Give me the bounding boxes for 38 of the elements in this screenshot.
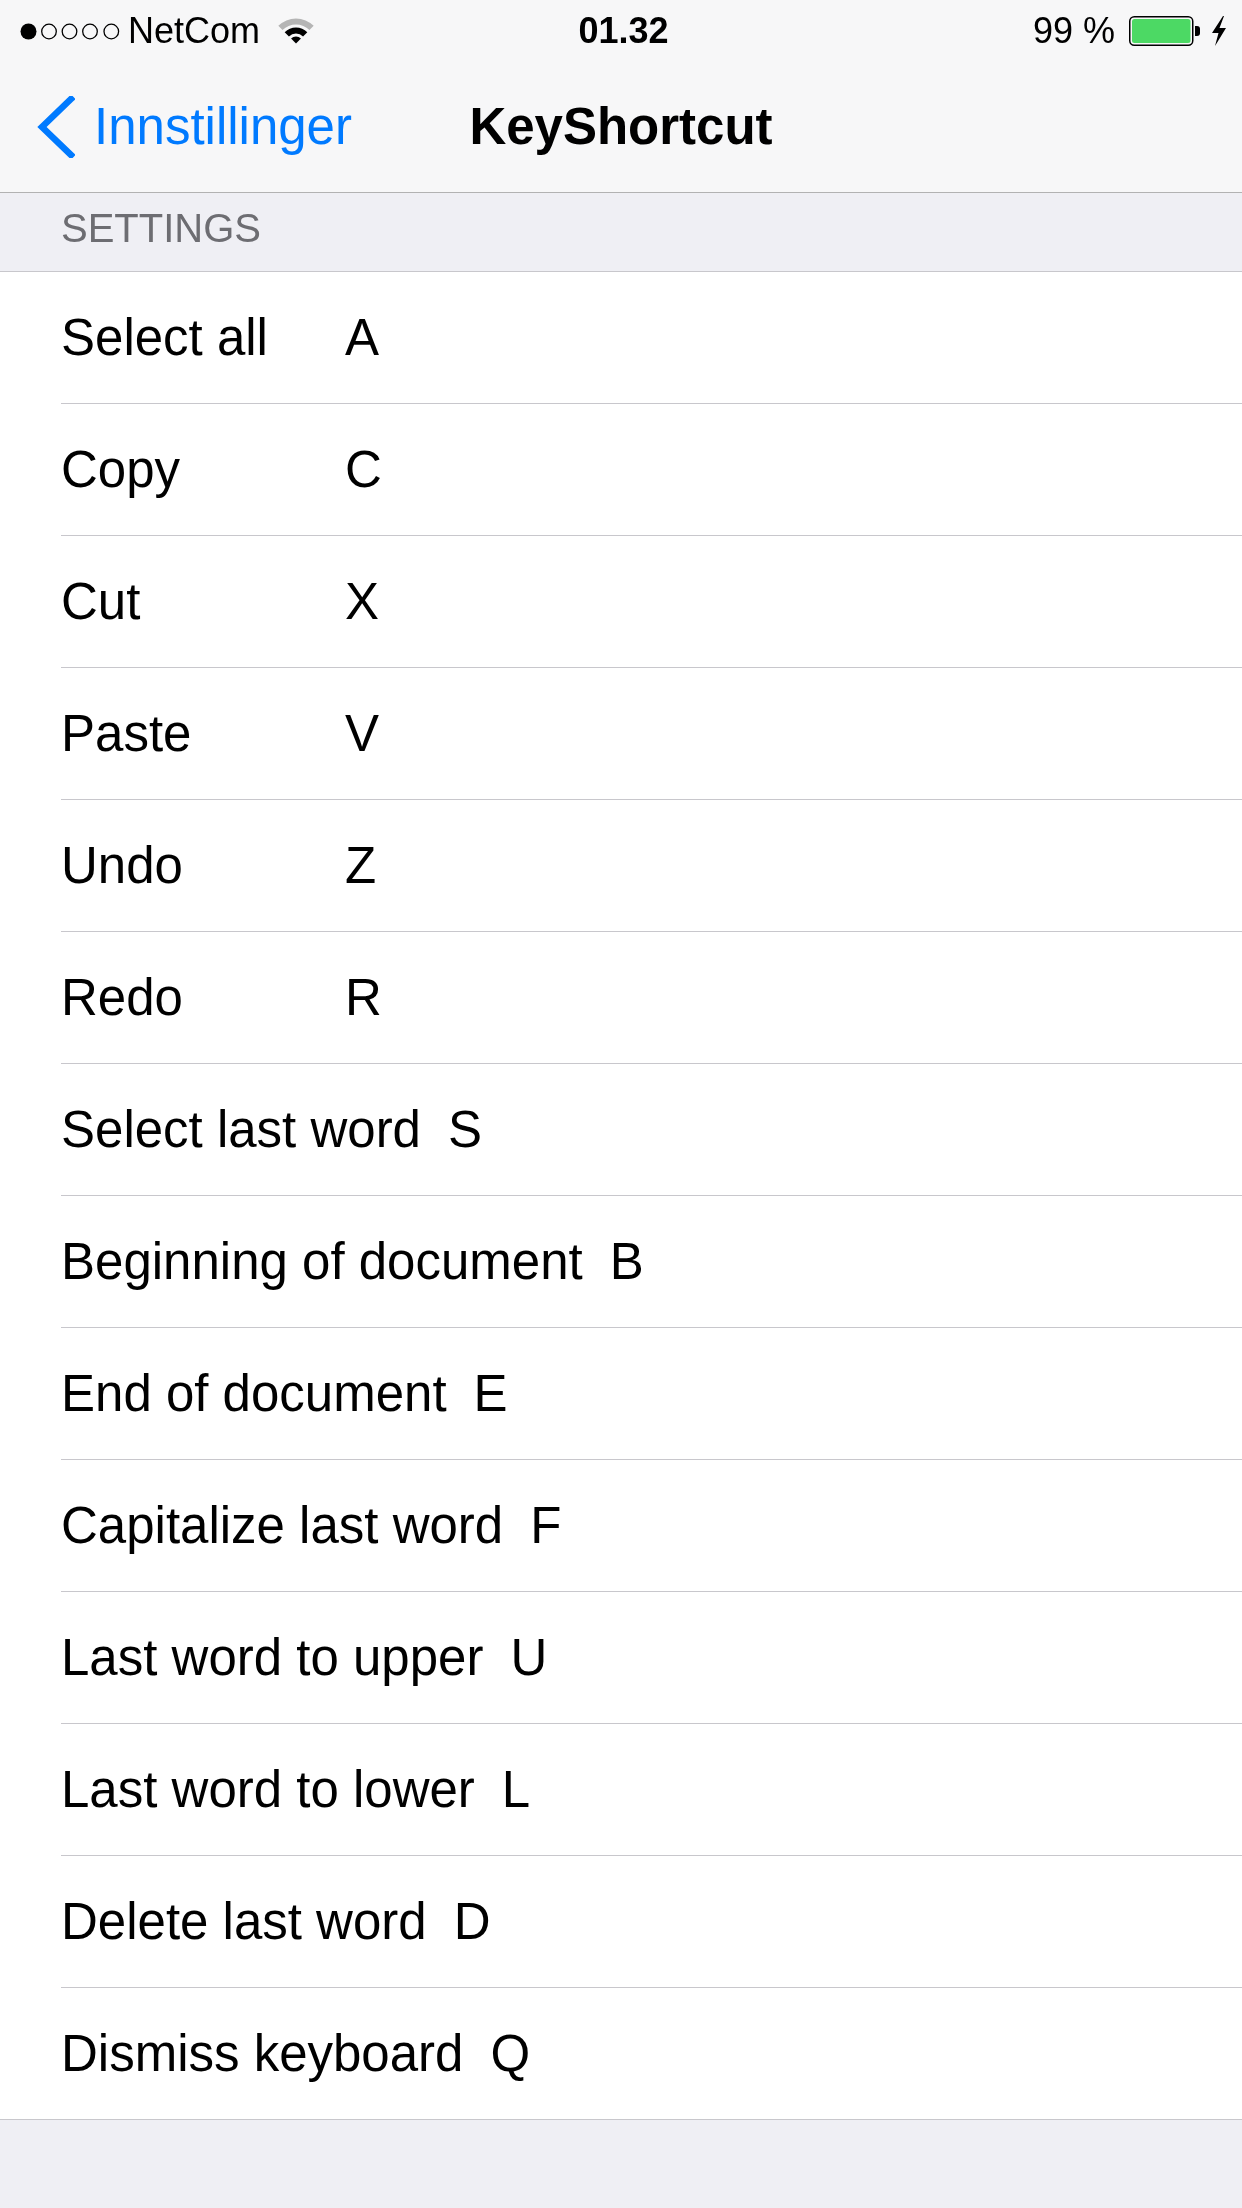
- shortcut-key: C: [345, 438, 382, 501]
- shortcut-name: Paste: [61, 703, 193, 764]
- shortcut-name: Redo: [61, 967, 184, 1028]
- wifi-icon: [278, 18, 315, 44]
- shortcut-name: Undo: [61, 835, 184, 896]
- shortcut-key: S: [448, 1098, 483, 1161]
- shortcut-name: Beginning of document: [61, 1231, 583, 1292]
- back-button[interactable]: Innstillinger: [37, 96, 352, 158]
- carrier-name: NetCom: [128, 13, 261, 49]
- chevron-icon: [37, 96, 75, 158]
- shortcut-key: B: [609, 1230, 644, 1293]
- shortcut-key: E: [473, 1362, 508, 1425]
- shortcut-name: Copy: [61, 439, 182, 500]
- shortcut-key: L: [501, 1758, 531, 1821]
- battery-percent: 99 %: [1032, 13, 1115, 49]
- screen-title: KeyShortcut: [469, 97, 773, 158]
- shortcut-key: Z: [345, 834, 377, 897]
- shortcut-key: D: [453, 1890, 491, 1953]
- shortcut-name: Last word to upper: [61, 1627, 484, 1688]
- shortcut-key: F: [530, 1494, 562, 1557]
- shortcut-key: Q: [490, 2022, 531, 2085]
- clock-time: 01.32: [578, 13, 669, 49]
- shortcut-name: Select last word: [61, 1099, 421, 1160]
- shortcut-name: Cut: [61, 571, 142, 632]
- shortcut-key: V: [345, 702, 380, 765]
- shortcut-name: Last word to lower: [61, 1759, 475, 1820]
- shortcut-key: A: [345, 306, 380, 369]
- shortcut-key: U: [510, 1626, 548, 1689]
- signal-icon: [20, 22, 120, 40]
- battery-icon: [1129, 16, 1201, 46]
- shortcut-name: End of document: [61, 1363, 447, 1424]
- shortcut-key: X: [345, 570, 380, 633]
- section-header: SETTINGS: [61, 208, 262, 248]
- shortcut-name: Dismiss keyboard: [61, 2023, 464, 2084]
- shortcut-name: Capitalize last word: [61, 1495, 504, 1556]
- shortcut-name: Select all: [61, 307, 269, 368]
- shortcut-key: R: [345, 966, 382, 1029]
- shortcut-name: Delete last word: [61, 1891, 427, 1952]
